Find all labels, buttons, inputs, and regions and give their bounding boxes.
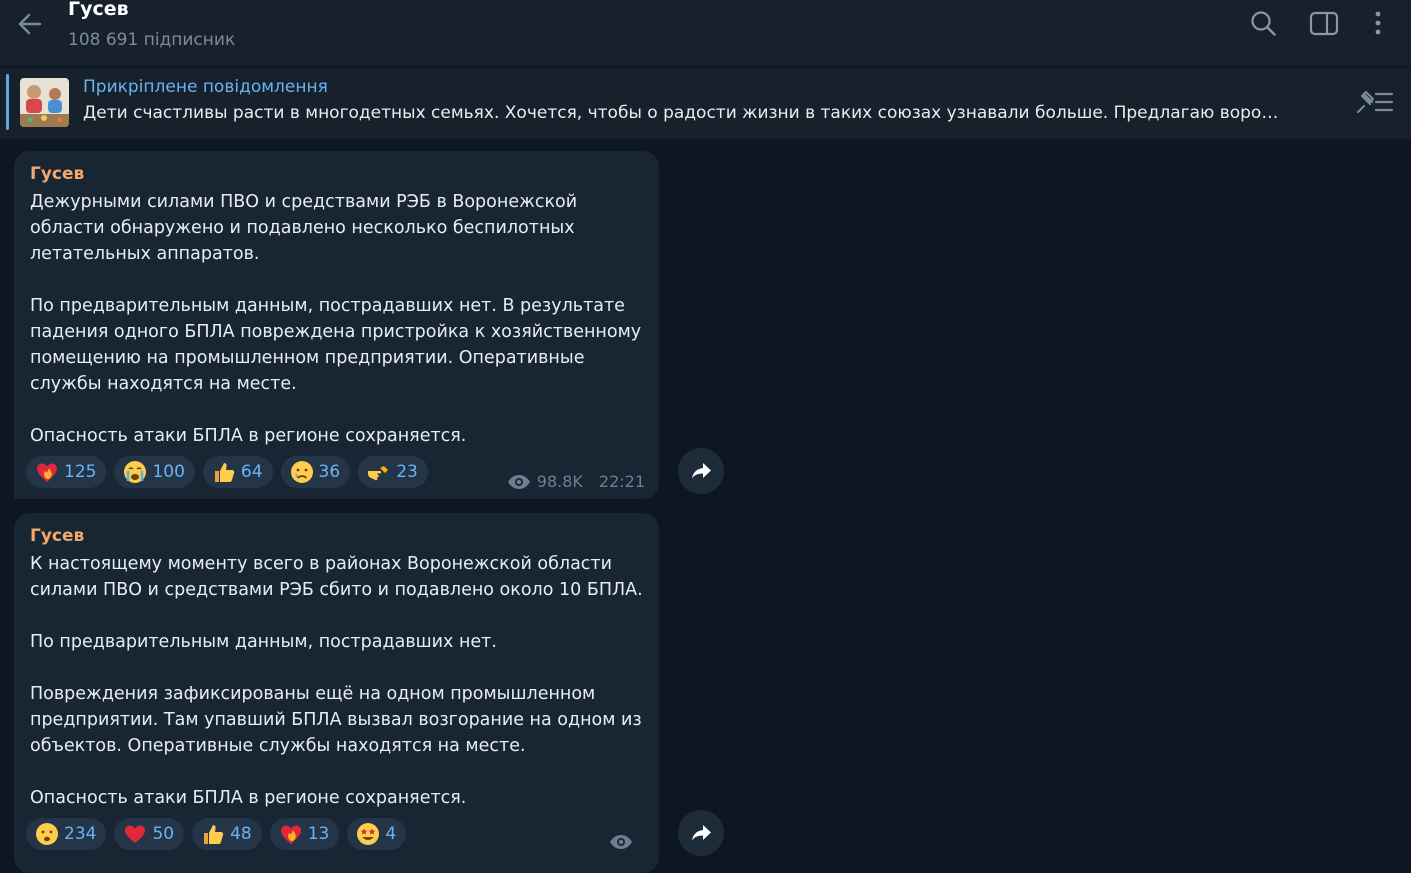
worried-face-icon xyxy=(36,823,58,845)
search-icon xyxy=(1251,11,1276,36)
sidebar-toggle-icon xyxy=(1309,11,1339,36)
red-heart-icon xyxy=(125,825,146,843)
reaction-count: 100 xyxy=(152,462,185,482)
message-author[interactable]: Гусев xyxy=(30,526,84,546)
reaction-worried-face[interactable]: 234 xyxy=(26,818,107,850)
reaction-heart-on-fire[interactable]: 125 xyxy=(26,456,107,488)
pointing-hand-icon xyxy=(368,466,389,481)
reaction-count: 48 xyxy=(230,824,252,844)
reaction-star-struck[interactable]: 4 xyxy=(347,818,407,850)
reaction-heart-on-fire[interactable]: 13 xyxy=(269,818,340,850)
channel-title[interactable]: Гусев xyxy=(68,0,129,20)
chat-header: Гусев 108 691 підписник xyxy=(0,0,1411,66)
message-meta: 98.8K 22:21 xyxy=(507,472,645,491)
thumbs-up-icon xyxy=(214,463,235,482)
heart-on-fire-icon xyxy=(280,825,301,844)
subscriber-count: 108 691 підписник xyxy=(68,30,236,50)
message-author[interactable]: Гусев xyxy=(30,164,84,184)
reaction-count: 234 xyxy=(64,824,97,844)
message-text: К настоящему моменту всего в районах Вор… xyxy=(30,554,643,808)
pinned-accent-line xyxy=(6,74,9,130)
reaction-pointing-hand[interactable]: 23 xyxy=(358,456,428,488)
message-bubble[interactable]: Гусев Дежурными силами ПВО и средствами … xyxy=(14,151,659,499)
pinned-message-bar[interactable]: Прикріплене повідомлення Дети счастливы … xyxy=(0,67,1411,139)
back-button[interactable] xyxy=(14,8,46,40)
message-meta xyxy=(609,834,645,850)
reaction-count: 125 xyxy=(64,462,97,482)
reaction-sad-face[interactable]: 36 xyxy=(280,456,351,488)
reaction-count: 50 xyxy=(152,824,175,844)
back-arrow-icon xyxy=(18,13,42,35)
crying-face-icon xyxy=(124,461,147,483)
reaction-count: 13 xyxy=(307,824,330,844)
reaction-thumbs-up[interactable]: 64 xyxy=(202,456,273,488)
message-text: Дежурными силами ПВО и средствами РЭБ в … xyxy=(30,192,642,446)
unpin-button[interactable] xyxy=(1352,88,1396,116)
pinned-text: Дети счастливы расти в многодетных семья… xyxy=(83,103,1279,123)
reactions-row: 125 100 64 36 23 xyxy=(26,456,428,488)
share-arrow-icon xyxy=(692,463,711,479)
star-struck-icon xyxy=(357,823,380,845)
reaction-thumbs-up[interactable]: 48 xyxy=(192,818,262,850)
more-button[interactable] xyxy=(1362,8,1394,40)
message-bubble[interactable]: Гусев К настоящему моменту всего в район… xyxy=(14,513,659,873)
share-button[interactable] xyxy=(678,810,724,856)
more-vertical-icon xyxy=(1375,11,1381,35)
reaction-crying-face[interactable]: 100 xyxy=(114,456,195,488)
reaction-count: 4 xyxy=(385,824,397,844)
sad-face-icon xyxy=(290,461,313,483)
message-time: 22:21 xyxy=(598,472,645,491)
unpin-list-icon xyxy=(1357,91,1394,113)
thumbs-up-icon xyxy=(204,825,224,844)
reaction-count: 23 xyxy=(396,462,418,482)
reaction-red-heart[interactable]: 50 xyxy=(114,818,185,850)
heart-on-fire-icon xyxy=(37,463,57,482)
view-count: 98.8K xyxy=(536,472,583,491)
share-arrow-icon xyxy=(692,825,711,841)
pinned-title: Прикріплене повідомлення xyxy=(83,77,328,97)
sidebar-toggle-button[interactable] xyxy=(1308,8,1340,40)
reaction-count: 36 xyxy=(318,462,341,482)
eye-icon xyxy=(610,835,632,849)
reactions-row: 234 50 48 13 4 xyxy=(26,818,407,850)
eye-icon xyxy=(507,474,530,489)
pinned-thumbnail xyxy=(20,78,69,127)
search-button[interactable] xyxy=(1248,8,1280,40)
reaction-count: 64 xyxy=(240,462,263,482)
share-button[interactable] xyxy=(678,448,724,494)
